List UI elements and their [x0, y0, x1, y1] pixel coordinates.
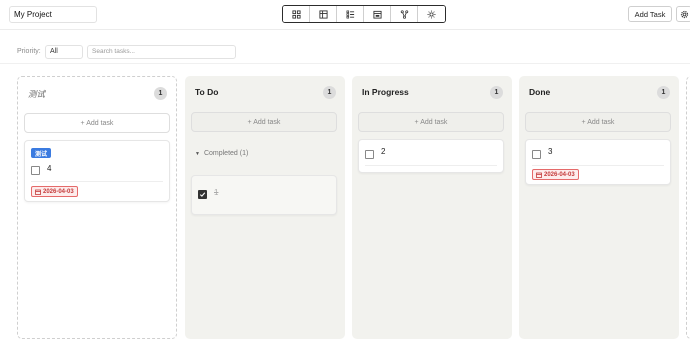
- task-title: 1: [214, 188, 219, 197]
- task-card-completed[interactable]: 1: [191, 175, 337, 215]
- column-todo: To Do 1 + Add task ▼ Completed (1) 1: [185, 76, 345, 339]
- completed-label: Completed (1): [203, 150, 249, 157]
- due-date-badge: 2026-04-03: [31, 186, 78, 197]
- search-input[interactable]: Search tasks...: [87, 45, 236, 59]
- calendar-icon: [536, 172, 542, 178]
- column-count-badge: 1: [154, 87, 167, 100]
- column-title: 测试: [28, 89, 46, 99]
- add-task-inline-button[interactable]: + Add task: [358, 112, 504, 132]
- tag-badge: 测试: [31, 148, 52, 158]
- task-card[interactable]: 测试 4 2026-04-03: [24, 140, 170, 202]
- calendar-icon: [35, 189, 41, 195]
- due-date-badge: 2026-04-03: [532, 169, 579, 180]
- add-task-button[interactable]: Add Task: [628, 6, 672, 22]
- task-checkbox[interactable]: [31, 166, 40, 175]
- gear-icon: [680, 10, 688, 18]
- task-card[interactable]: 2: [358, 139, 504, 173]
- calendar-icon: [372, 10, 382, 19]
- task-title: 4: [47, 164, 52, 173]
- view-switcher: [282, 5, 446, 23]
- column-count-badge: 1: [490, 86, 503, 99]
- task-checkbox[interactable]: [532, 150, 541, 159]
- priority-label: Priority:: [17, 48, 41, 55]
- column-title: Done: [529, 87, 551, 97]
- table-icon: [318, 9, 328, 19]
- filter-bar: Priority: All Search tasks...: [0, 40, 690, 64]
- calendar-view-button[interactable]: [364, 6, 391, 22]
- column-count-badge: 1: [323, 86, 336, 99]
- priority-select[interactable]: All: [45, 45, 83, 59]
- card-divider: [31, 181, 163, 182]
- table-view-button[interactable]: [310, 6, 337, 22]
- due-date-text: 2026-04-03: [544, 171, 575, 178]
- completed-section-toggle[interactable]: ▼ Completed (1): [195, 150, 248, 157]
- add-task-inline-button[interactable]: + Add task: [525, 112, 671, 132]
- column-count-badge: 1: [657, 86, 670, 99]
- graph-icon: [400, 9, 408, 19]
- add-task-inline-button[interactable]: + Add task: [191, 112, 337, 132]
- column-title: To Do: [195, 87, 219, 97]
- project-name-input[interactable]: My Project: [9, 6, 97, 23]
- task-title: 3: [548, 147, 553, 156]
- task-title: 2: [381, 147, 386, 156]
- board-view-button[interactable]: [283, 6, 310, 22]
- task-checkbox[interactable]: [198, 190, 207, 199]
- graph-view-button[interactable]: [391, 6, 418, 22]
- card-divider: [365, 165, 497, 166]
- column-done: Done 1 + Add task 3 2026-04-03: [519, 76, 679, 339]
- add-column-dropzone[interactable]: [686, 76, 690, 339]
- chevron-down-icon: ▼: [195, 150, 200, 157]
- checkmark-icon: [199, 192, 206, 197]
- grid-icon: [291, 9, 301, 19]
- top-bar: My Project Add Task: [0, 0, 690, 30]
- due-date-text: 2026-04-03: [43, 188, 74, 195]
- task-card[interactable]: 3 2026-04-03: [525, 139, 671, 185]
- card-divider: [532, 165, 664, 166]
- sun-icon: [427, 9, 436, 19]
- column-test: 测试 1 + Add task 测试 4 2026-04-03: [17, 76, 177, 339]
- list-view-button[interactable]: [337, 6, 364, 22]
- add-task-inline-button[interactable]: + Add task: [24, 113, 170, 133]
- column-title: In Progress: [362, 87, 409, 97]
- column-in-progress: In Progress 1 + Add task 2: [352, 76, 512, 339]
- list-icon: [346, 10, 354, 18]
- settings-button[interactable]: [676, 6, 690, 22]
- task-checkbox[interactable]: [365, 150, 374, 159]
- theme-toggle-button[interactable]: [418, 6, 445, 22]
